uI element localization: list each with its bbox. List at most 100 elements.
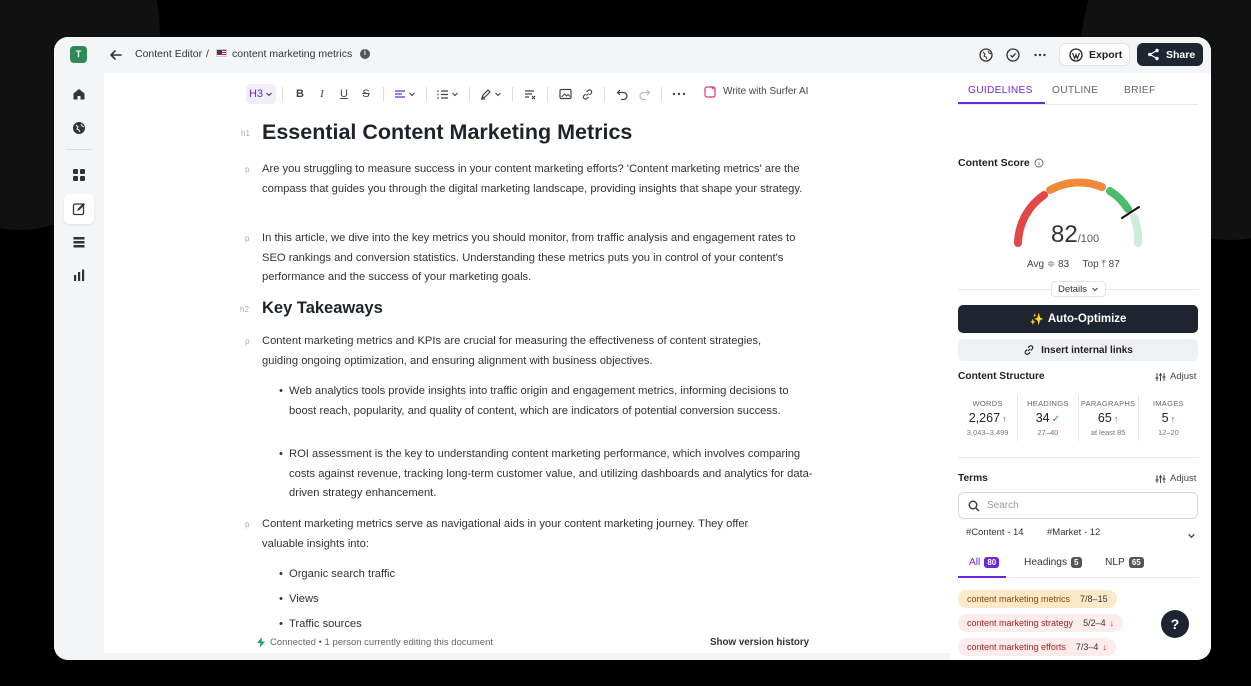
more-options-icon[interactable] — [1032, 47, 1048, 63]
check-circle-icon[interactable] — [1005, 47, 1021, 63]
highlight-dropdown[interactable] — [476, 84, 506, 104]
list-item[interactable]: Organic search traffic — [279, 565, 814, 585]
term-chip[interactable]: content marketing metrics 7/8–15 — [958, 590, 1117, 608]
database-icon[interactable] — [69, 232, 89, 252]
avg-label: Avg — [1027, 259, 1045, 270]
stat-range: 12–20 — [1157, 428, 1179, 437]
block-marker-p: p — [245, 234, 250, 243]
more-tools-icon[interactable] — [668, 84, 690, 104]
stat-value: 2,267 — [968, 411, 1001, 425]
align-left-icon — [395, 90, 405, 98]
back-arrow-icon[interactable] — [106, 46, 126, 64]
toolbar-divider — [282, 87, 283, 101]
surfer-ai-label: Write with Surfer AI — [723, 86, 809, 97]
language-globe-icon[interactable] — [978, 47, 994, 63]
info-icon[interactable]: i — [360, 49, 370, 59]
link-icon[interactable] — [576, 84, 598, 104]
home-icon[interactable] — [69, 84, 89, 104]
info-circle-icon[interactable] — [1034, 158, 1044, 168]
analytics-chart-icon[interactable] — [69, 265, 89, 285]
bullet-item-1[interactable]: Web analytics tools provide insights int… — [279, 382, 814, 421]
toolbar-divider — [469, 87, 470, 101]
apps-grid-icon[interactable] — [69, 165, 89, 185]
export-button[interactable]: Export — [1059, 43, 1130, 66]
document-heading-2[interactable]: Key Takeaways — [262, 299, 383, 318]
adjust-label: Adjust — [1170, 371, 1197, 382]
write-with-surfer-ai-button[interactable]: Write with Surfer AI — [704, 85, 808, 98]
underline-icon[interactable]: U — [333, 84, 355, 104]
paragraph-1[interactable]: Are you struggling to measure success in… — [262, 160, 807, 199]
link-icon — [1024, 345, 1034, 355]
search-placeholder: Search — [987, 500, 1019, 511]
tab-guidelines[interactable]: GUIDELINES — [968, 85, 1033, 96]
block-marker-h2: h2 — [240, 305, 249, 314]
bold-icon[interactable]: B — [289, 84, 311, 104]
terms-adjust-button[interactable]: Adjust — [1155, 473, 1196, 484]
term-count: 7/3–4 — [1075, 642, 1099, 652]
stat-name: PARAGRAPHS — [1080, 399, 1136, 408]
block-marker-p: p — [245, 165, 250, 174]
undo-icon[interactable] — [611, 84, 633, 104]
content-score-value: 82/100 — [1051, 221, 1099, 249]
document-title[interactable]: content marketing metrics — [232, 48, 352, 60]
bullet-item-2[interactable]: ROI assessment is the key to understandi… — [279, 445, 814, 504]
workspace-logo[interactable]: T — [70, 46, 87, 63]
redo-icon[interactable] — [633, 84, 655, 104]
stat-images: IMAGES 5 ↑ 12–20 — [1139, 395, 1198, 441]
content-score-label: Content Score — [958, 157, 1044, 169]
insert-internal-links-button[interactable]: Insert internal links — [958, 339, 1198, 361]
terms-label: Terms — [958, 473, 988, 484]
sparkle-icon: ✨ — [1029, 314, 1044, 326]
filter-label: All — [969, 557, 981, 568]
list-item[interactable]: Views — [279, 590, 814, 610]
details-button[interactable]: Details — [1051, 281, 1106, 297]
top-value: 87 — [1108, 259, 1120, 270]
globe-icon[interactable] — [69, 118, 89, 138]
adjust-label: Adjust — [1170, 473, 1197, 484]
topic-tag[interactable]: #Content - 14 — [966, 527, 1024, 538]
clear-format-icon[interactable] — [519, 84, 541, 104]
italic-icon[interactable]: I — [311, 84, 333, 104]
chevron-down-icon — [266, 92, 272, 97]
us-flag-icon — [216, 49, 227, 57]
heading-level-label: H3 — [248, 88, 264, 100]
align-dropdown[interactable] — [390, 84, 420, 104]
help-button[interactable]: ? — [1161, 610, 1189, 638]
details-label: Details — [1057, 283, 1088, 295]
term-chip[interactable]: content marketing efforts 7/3–4 ↓ — [958, 638, 1116, 656]
content-structure-stats: WORDS 2,267 ↑ 3,043–3,499 HEADINGS 34 ✓ 27… — [958, 395, 1198, 441]
show-version-history-link[interactable]: Show version history — [710, 637, 809, 648]
top-icon: ⤒ — [1101, 259, 1106, 270]
terms-search-input[interactable]: Search — [958, 492, 1198, 519]
heading-level-dropdown[interactable]: H3 — [246, 84, 276, 104]
stat-range: 3,043–3,499 — [966, 428, 1009, 437]
breadcrumb-root[interactable]: Content Editor — [135, 48, 202, 60]
paragraph-3[interactable]: Content marketing metrics and KPIs are c… — [262, 332, 797, 371]
paragraph-2[interactable]: In this article, we dive into the key me… — [262, 229, 807, 288]
toolbar-divider — [383, 87, 384, 101]
list-item[interactable]: Traffic sources — [279, 615, 814, 635]
topic-tag[interactable]: #Market - 12 — [1047, 527, 1100, 538]
top-label: Top — [1082, 259, 1099, 270]
list-dropdown[interactable] — [433, 84, 463, 104]
share-button[interactable]: Share — [1137, 43, 1203, 66]
sliders-icon — [1155, 474, 1166, 483]
paragraph-4[interactable]: Content marketing metrics serve as navig… — [262, 515, 782, 554]
image-icon[interactable] — [554, 84, 576, 104]
avg-value: 83 — [1058, 259, 1070, 270]
filter-tab-nlp[interactable]: NLP 65 — [1105, 557, 1144, 568]
tab-outline[interactable]: OUTLINE — [1052, 85, 1098, 96]
tab-brief[interactable]: BRIEF — [1124, 85, 1156, 96]
filter-tab-all[interactable]: All 80 — [969, 557, 1000, 568]
connection-status: Connected • 1 person currently editing t… — [256, 637, 493, 648]
filter-tab-headings[interactable]: Headings 5 — [1024, 557, 1082, 568]
stat-paragraphs: PARAGRAPHS 65 ↑ at least 85 — [1079, 395, 1139, 441]
document-heading-1[interactable]: Essential Content Marketing Metrics — [262, 120, 632, 145]
content-editor-icon[interactable] — [64, 194, 94, 224]
structure-adjust-button[interactable]: Adjust — [1155, 371, 1196, 382]
arrow-up-icon: ↑ — [1170, 414, 1176, 424]
chevron-down-icon[interactable] — [1187, 527, 1196, 545]
strikethrough-icon[interactable]: S — [355, 84, 377, 104]
auto-optimize-button[interactable]: ✨ Auto-Optimize — [958, 305, 1198, 333]
term-chip[interactable]: content marketing strategy 5/2–4 ↓ — [958, 614, 1124, 632]
